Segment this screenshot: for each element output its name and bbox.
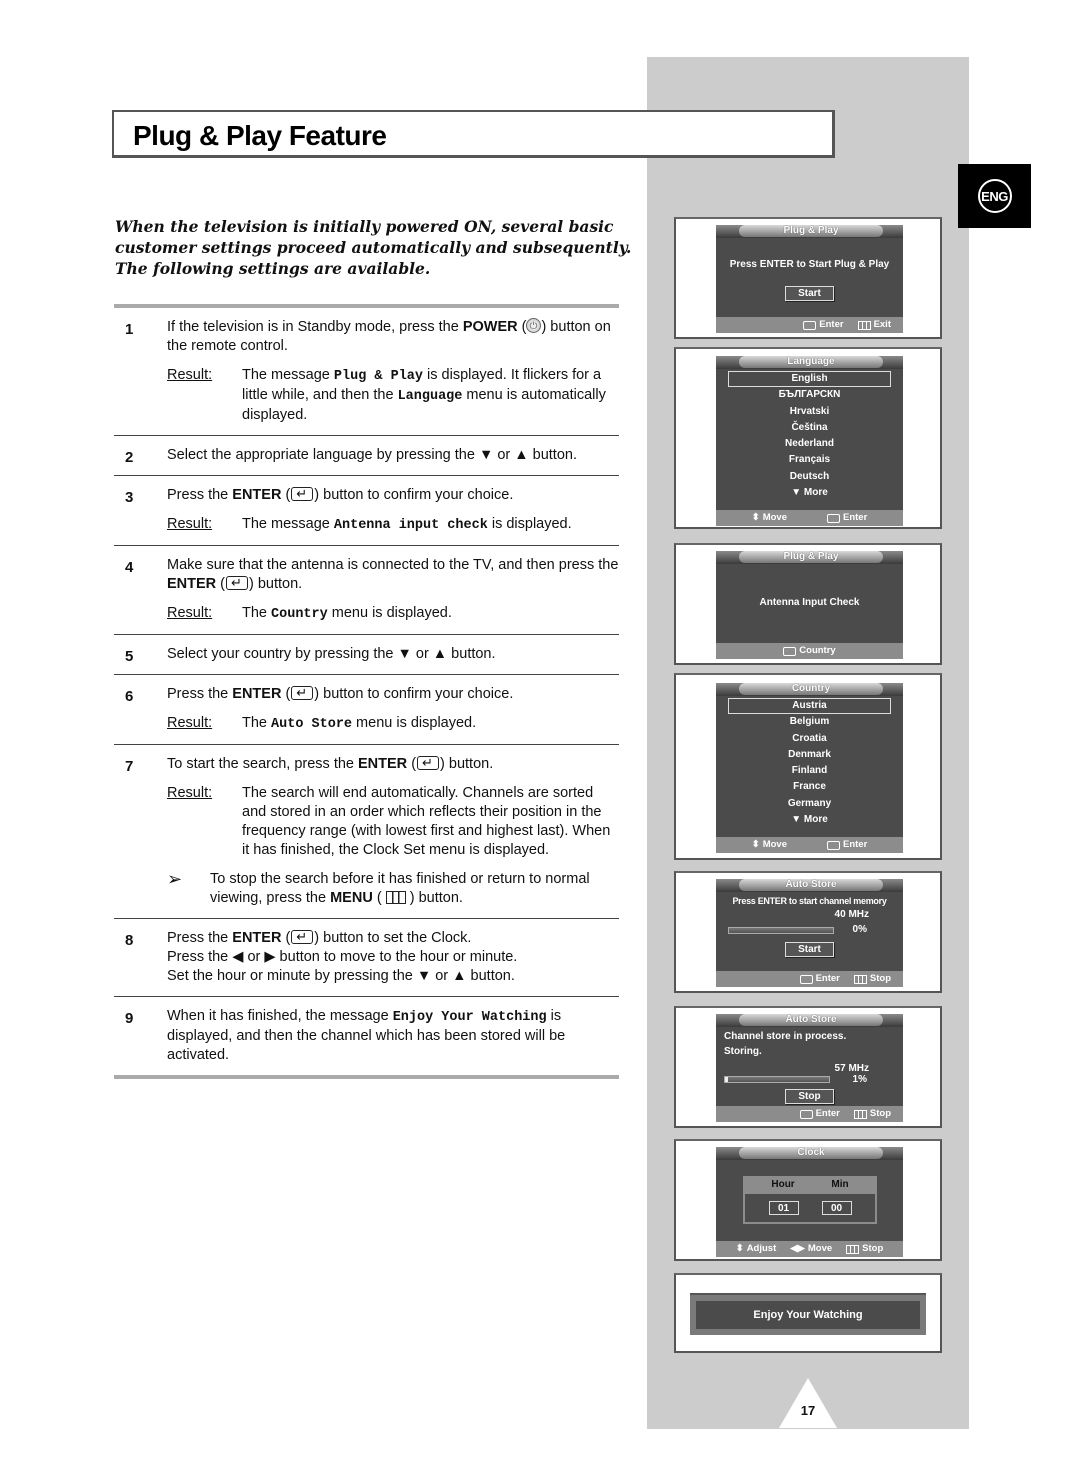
screen-plug-play-start: Plug & Play Press ENTER to Start Plug & … <box>674 217 942 339</box>
enter-icon <box>291 484 314 503</box>
country-list: Austria Belgium Croatia Denmark Finland … <box>716 698 903 828</box>
osd-title: Auto Store <box>739 879 883 891</box>
language-option[interactable]: Français <box>716 452 903 468</box>
osd-message: Press ENTER to start channel memory <box>732 896 887 906</box>
clock-panel: Hour Min 01 00 <box>743 1176 877 1224</box>
more-option[interactable]: ▼ More <box>716 485 903 501</box>
up-down-icon: ⬍ <box>735 1243 744 1254</box>
enter-icon <box>826 840 840 850</box>
screen-enjoy: Enjoy Your Watching <box>674 1273 942 1353</box>
step-6: 6 Press the ENTER () button to confirm y… <box>114 675 619 745</box>
enter-icon <box>291 683 314 702</box>
up-down-icon: ⬍ <box>751 512 760 523</box>
screen-clock: Clock Hour Min 01 00 ⬍ Adjust ◀▶ Move Stop <box>674 1139 942 1261</box>
screen-auto-store-progress: Auto Store Channel store in process. Sto… <box>674 1006 942 1128</box>
menu-icon <box>846 1244 860 1254</box>
enter-icon <box>417 753 440 772</box>
country-option[interactable]: Finland <box>716 763 903 779</box>
step-4: 4 Make sure that the antenna is connecte… <box>114 546 619 635</box>
status-line: Channel store in process. <box>724 1031 847 1042</box>
progress-bar <box>724 1076 830 1083</box>
osd-message: Press ENTER to Start Plug & Play <box>729 259 890 270</box>
screen-auto-store-start: Auto Store Press ENTER to start channel … <box>674 871 942 993</box>
min-field[interactable]: 00 <box>821 1201 852 1215</box>
menu-icon <box>853 1109 867 1119</box>
country-option[interactable]: Denmark <box>716 747 903 763</box>
start-button[interactable]: Start <box>785 286 834 301</box>
enter-icon <box>799 1109 813 1119</box>
osd-title: Plug & Play <box>739 551 883 563</box>
min-label: Min <box>831 1179 849 1190</box>
country-option[interactable]: Austria <box>728 698 891 715</box>
progress-bar <box>728 927 834 934</box>
language-badge: ENG <box>958 164 1031 228</box>
page-title: Plug & Play Feature <box>133 120 387 151</box>
step-2: 2 Select the appropriate language by pre… <box>114 436 619 476</box>
screen-country: Country Austria Belgium Croatia Denmark … <box>674 673 942 860</box>
osd-title: Plug & Play <box>739 225 883 237</box>
step-7: 7 To start the search, press the ENTER (… <box>114 745 619 919</box>
menu-icon <box>853 974 867 984</box>
menu-icon <box>385 891 406 904</box>
language-option[interactable]: Deutsch <box>716 469 903 485</box>
stop-button[interactable]: Stop <box>785 1089 834 1104</box>
frequency-readout: 40 MHz <box>834 909 869 920</box>
osd-title: Auto Store <box>739 1014 883 1026</box>
country-option[interactable]: France <box>716 779 903 795</box>
hour-field[interactable]: 01 <box>768 1201 799 1215</box>
language-option[interactable]: БЪЛГАРСКN <box>716 387 903 403</box>
language-option[interactable]: Hrvatski <box>716 404 903 420</box>
language-list: English БЪЛГАРСКN Hrvatski Čeština Neder… <box>716 371 903 501</box>
progress-percent: 0% <box>852 924 867 935</box>
screen-antenna-check: Plug & Play Antenna Input Check Country <box>674 543 942 665</box>
country-option[interactable]: Croatia <box>716 731 903 747</box>
enter-icon <box>226 573 249 592</box>
country-option[interactable]: Belgium <box>716 714 903 730</box>
menu-icon <box>857 320 871 330</box>
step-9: 9 When it has finished, the message Enjo… <box>114 997 619 1079</box>
intro-text: When the television is initially powered… <box>115 217 632 278</box>
osd-title: Country <box>739 683 883 695</box>
step-5: 5 Select your country by pressing the ▼ … <box>114 635 619 675</box>
note: ➢ To stop the search before it has finis… <box>167 869 590 906</box>
enter-icon <box>783 646 797 656</box>
up-down-icon: ⬍ <box>751 839 760 850</box>
frequency-readout: 57 MHz <box>834 1063 869 1074</box>
language-option[interactable]: Čeština <box>716 420 903 436</box>
step-1: 1 If the television is in Standby mode, … <box>114 308 619 436</box>
more-option[interactable]: ▼ More <box>716 812 903 828</box>
power-icon <box>526 317 542 336</box>
enter-icon <box>799 974 813 984</box>
osd-message: Antenna Input Check <box>759 597 860 608</box>
eng-icon: ENG <box>977 179 1012 213</box>
start-button[interactable]: Start <box>785 942 834 957</box>
osd-title: Language <box>739 356 883 368</box>
screen-language: Language English БЪЛГАРСКN Hrvatski Češt… <box>674 347 942 529</box>
step-8: 8 Press the ENTER () button to set the C… <box>114 919 619 997</box>
enter-icon <box>291 927 314 946</box>
language-option[interactable]: Nederland <box>716 436 903 452</box>
note-arrow-icon: ➢ <box>167 869 183 889</box>
status-line: Storing. <box>724 1046 762 1057</box>
left-right-icon: ◀▶ <box>790 1243 805 1254</box>
osd-message: Enjoy Your Watching <box>696 1301 920 1329</box>
enter-icon <box>826 513 840 523</box>
page-number: 17 <box>800 1403 816 1418</box>
language-option[interactable]: English <box>728 371 891 388</box>
page-title-box: Plug & Play Feature <box>112 110 835 158</box>
progress-percent: 1% <box>852 1074 867 1085</box>
hour-label: Hour <box>771 1179 795 1190</box>
step-3: 3 Press the ENTER () button to confirm y… <box>114 476 619 546</box>
enter-icon <box>803 320 817 330</box>
osd-title: Clock <box>739 1147 883 1159</box>
country-option[interactable]: Germany <box>716 796 903 812</box>
steps-list: 1 If the television is in Standby mode, … <box>114 304 619 1079</box>
